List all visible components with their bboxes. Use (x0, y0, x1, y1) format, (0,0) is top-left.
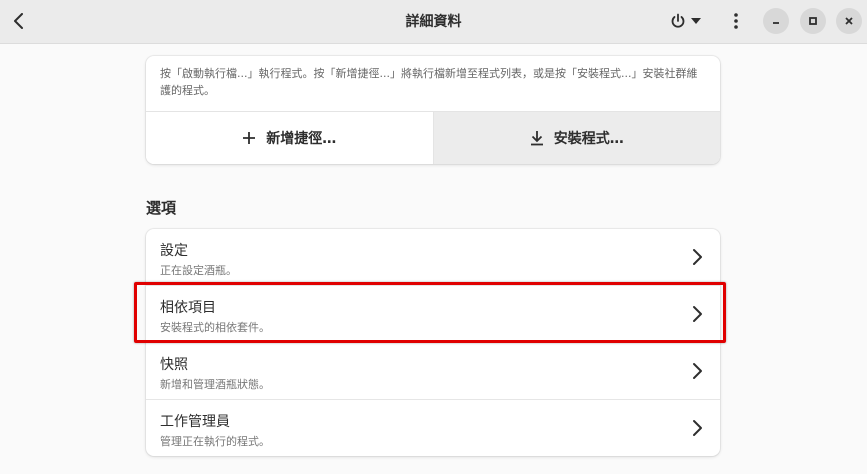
options-list: 設定 正在設定酒瓶。 相依項目 安裝程式的相依套件。 快照 新增和管理酒瓶狀態。… (146, 229, 720, 456)
back-button[interactable] (4, 6, 34, 36)
options-section-title: 選項 (146, 199, 177, 217)
power-icon (671, 13, 685, 28)
maximize-button[interactable] (800, 8, 826, 34)
option-row-preferences[interactable]: 設定 正在設定酒瓶。 (146, 229, 720, 286)
add-shortcut-button[interactable]: 新增捷徑… (146, 112, 434, 164)
close-icon (845, 17, 853, 25)
download-icon (530, 131, 543, 146)
power-menu-button[interactable] (664, 6, 708, 36)
option-title: 快照 (160, 357, 188, 373)
minimize-button[interactable] (763, 8, 789, 34)
minimize-icon (773, 22, 779, 24)
headerbar: 詳細資料 (0, 0, 867, 44)
chevron-right-icon (693, 249, 702, 265)
option-title: 相依項目 (160, 300, 216, 316)
close-button[interactable] (836, 8, 862, 34)
add-shortcut-label: 新增捷徑… (266, 131, 337, 147)
chevron-down-icon (691, 18, 701, 24)
programs-card: 按「啟動執行檔...」執行程式。按「新增捷徑...」將執行檔新增至程式列表，或是… (146, 56, 720, 164)
programs-actions: 新增捷徑… 安裝程式… (146, 111, 720, 164)
option-title: 工作管理員 (160, 414, 230, 430)
chevron-right-icon (693, 363, 702, 379)
option-subtitle: 安裝程式的相依套件。 (160, 321, 270, 334)
option-row-task-manager[interactable]: 工作管理員 管理正在執行的程式。 (146, 400, 720, 456)
maximize-icon (809, 17, 817, 25)
vertical-ellipsis-icon (734, 13, 738, 29)
chevron-right-icon (693, 306, 702, 322)
option-row-dependencies[interactable]: 相依項目 安裝程式的相依套件。 (146, 286, 720, 343)
programs-description: 按「啟動執行檔...」執行程式。按「新增捷徑...」將執行檔新增至程式列表，或是… (160, 67, 698, 97)
option-title: 設定 (160, 243, 188, 259)
chevron-right-icon (693, 420, 702, 436)
main-menu-button[interactable] (722, 6, 750, 36)
option-subtitle: 管理正在執行的程式。 (160, 435, 270, 448)
option-subtitle: 新增和管理酒瓶狀態。 (160, 378, 270, 391)
install-program-button[interactable]: 安裝程式… (433, 112, 720, 164)
plus-icon (243, 132, 256, 144)
option-subtitle: 正在設定酒瓶。 (160, 264, 237, 277)
back-chevron-icon (14, 13, 23, 29)
install-program-label: 安裝程式… (553, 131, 624, 147)
option-row-snapshots[interactable]: 快照 新增和管理酒瓶狀態。 (146, 343, 720, 400)
